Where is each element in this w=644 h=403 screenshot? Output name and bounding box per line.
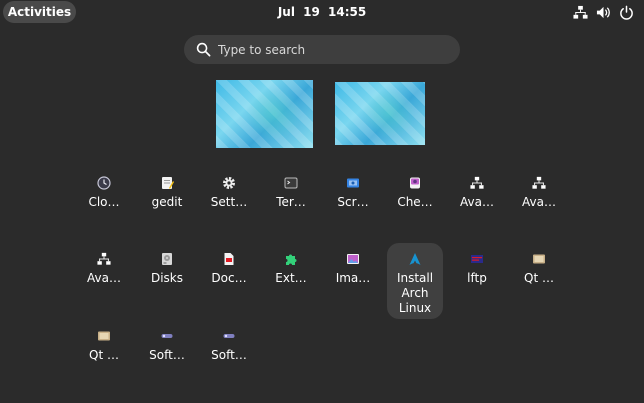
software-icon — [161, 334, 173, 338]
power-icon[interactable] — [619, 5, 634, 20]
qt-icon — [98, 331, 110, 341]
app-label: Sett… — [210, 195, 248, 209]
network-icon — [532, 176, 546, 189]
app-extensions[interactable]: Ext… — [263, 243, 319, 319]
clock-icon — [97, 176, 111, 190]
cheese-icon — [410, 177, 420, 189]
puzzle-icon — [286, 254, 297, 265]
app-label: Doc… — [211, 271, 247, 285]
terminal-icon — [284, 177, 298, 189]
network-icon — [470, 176, 484, 189]
app-label: Disks — [150, 271, 184, 285]
image-viewer-icon — [347, 254, 359, 264]
app-label: Install Arch Linux — [396, 271, 434, 315]
gear-icon — [223, 177, 235, 189]
app-install-arch-linux[interactable]: Install Arch Linux — [387, 243, 443, 319]
volume-icon[interactable] — [596, 5, 611, 20]
app-label: Ima… — [335, 271, 371, 285]
app-label: Ava… — [460, 195, 494, 209]
app-gedit[interactable]: gedit — [139, 167, 195, 243]
top-bar: Activities Jul 19 14:55 — [0, 0, 644, 24]
app-disks[interactable]: Disks — [139, 243, 195, 319]
app-label: Soft… — [149, 348, 185, 362]
screenshot-icon — [347, 178, 359, 188]
app-terminal[interactable]: Ter… — [263, 167, 319, 243]
network-icon — [97, 252, 111, 265]
disks-icon — [162, 253, 172, 265]
app-document-viewer[interactable]: Doc… — [201, 243, 257, 319]
document-icon — [224, 253, 234, 265]
app-avahi-3[interactable]: Ava… — [76, 243, 132, 319]
app-software-1[interactable]: Soft… — [139, 320, 195, 396]
lftp-icon — [471, 255, 483, 263]
app-label: Soft… — [211, 348, 247, 362]
app-avahi-2[interactable]: Ava… — [511, 167, 567, 243]
qt-icon — [533, 254, 545, 264]
app-label: Scr… — [337, 195, 369, 209]
app-label: lftp — [467, 271, 487, 285]
app-avahi-1[interactable]: Ava… — [449, 167, 505, 243]
search-bar[interactable] — [184, 35, 460, 64]
app-label: Ava… — [522, 195, 556, 209]
gedit-icon — [162, 177, 174, 189]
app-label: Qt … — [524, 271, 554, 285]
app-clocks[interactable]: Clo… — [76, 167, 132, 243]
app-image-viewer[interactable]: Ima… — [325, 243, 381, 319]
system-tray[interactable] — [573, 4, 634, 20]
network-icon[interactable] — [573, 5, 588, 20]
app-lftp[interactable]: lftp — [449, 243, 505, 319]
search-input[interactable] — [218, 35, 448, 64]
activities-button[interactable]: Activities — [3, 1, 76, 23]
app-label: Ava… — [87, 271, 121, 285]
app-qt-1[interactable]: Qt … — [511, 243, 567, 319]
app-settings[interactable]: Sett… — [201, 167, 257, 243]
app-label: Che… — [397, 195, 433, 209]
app-label: Qt … — [89, 348, 119, 362]
app-screenshot[interactable]: Scr… — [325, 167, 381, 243]
app-label: Ter… — [276, 195, 306, 209]
app-qt-2[interactable]: Qt … — [76, 320, 132, 396]
app-label: gedit — [151, 195, 183, 209]
workspace-thumbnail-2[interactable] — [335, 82, 425, 145]
search-icon — [196, 42, 211, 57]
app-software-2[interactable]: Soft… — [201, 320, 257, 396]
clock[interactable]: Jul 19 14:55 — [250, 0, 394, 24]
app-label: Clo… — [88, 195, 120, 209]
software-icon — [223, 334, 235, 338]
arch-icon — [409, 253, 421, 265]
app-label: Ext… — [275, 271, 307, 285]
app-cheese[interactable]: Che… — [387, 167, 443, 243]
overview-screen: Activities Jul 19 14:55 Type to search C… — [0, 0, 644, 403]
workspace-thumbnail-1[interactable] — [216, 80, 313, 148]
